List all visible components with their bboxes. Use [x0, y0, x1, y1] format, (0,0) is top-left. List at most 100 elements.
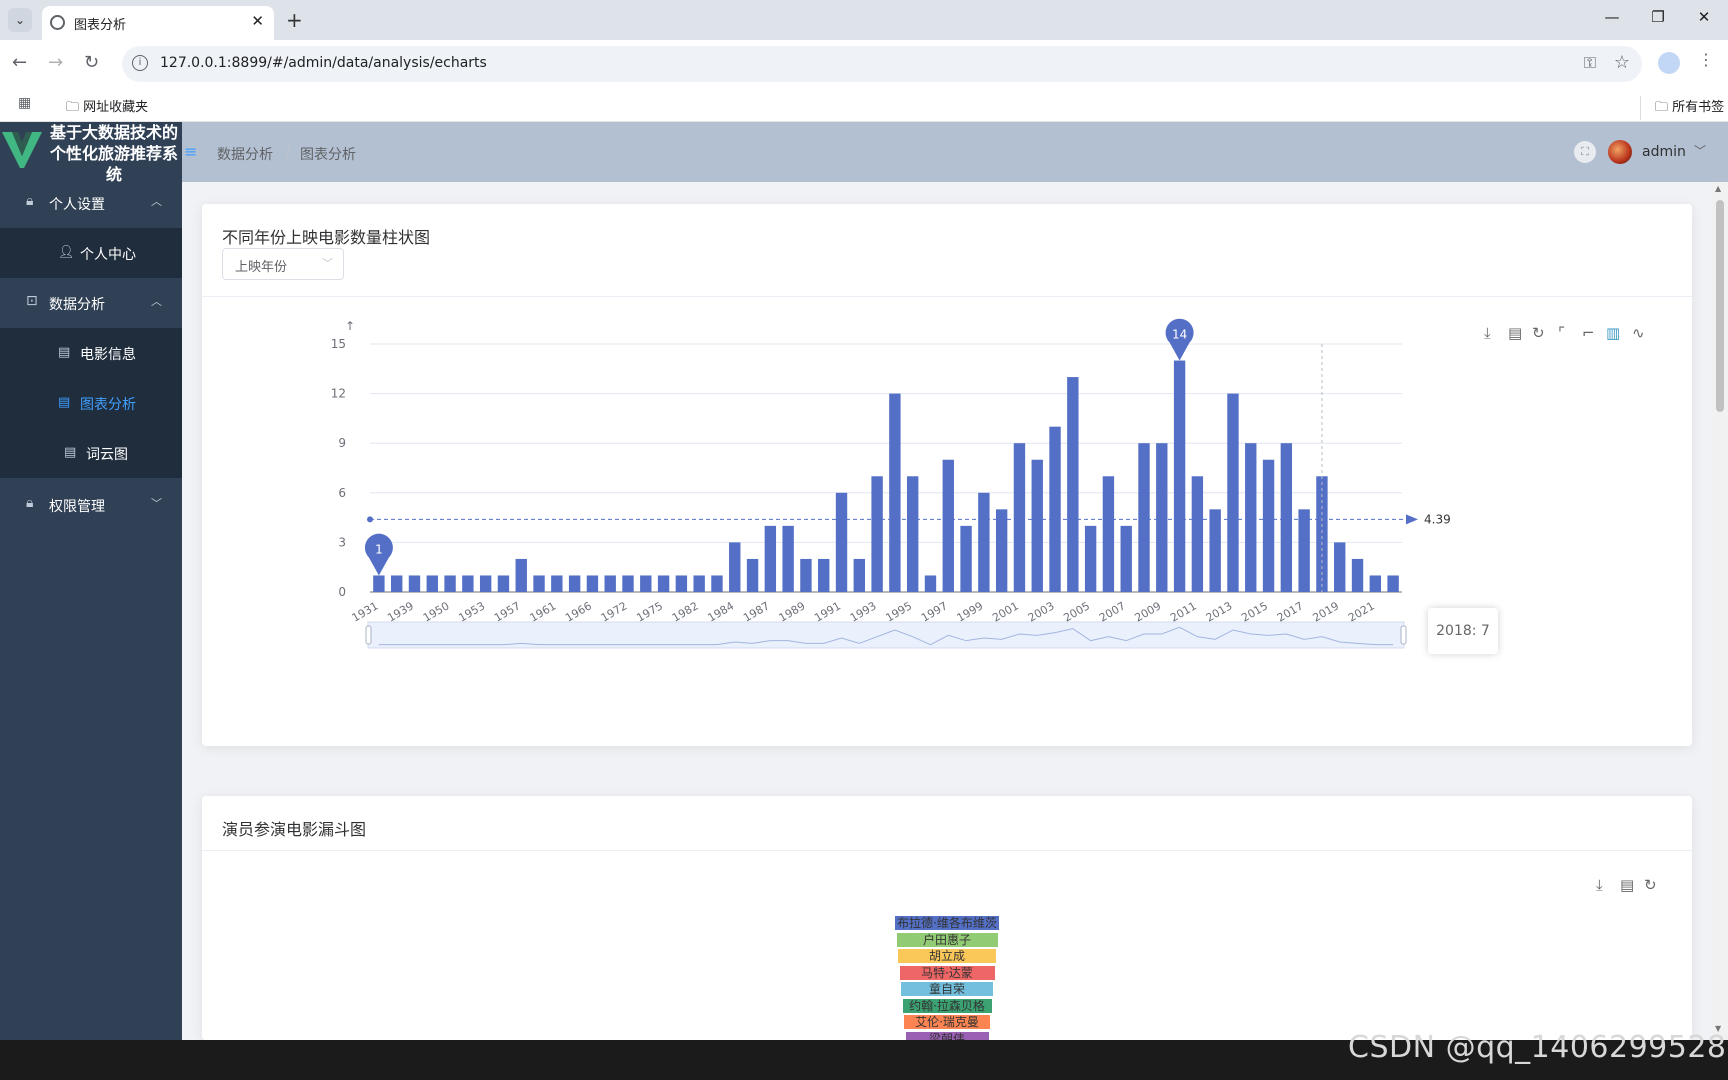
avatar[interactable]: [1608, 140, 1632, 164]
back-icon[interactable]: ←: [12, 52, 27, 73]
bookmark-folder[interactable]: 🗀 网址收藏夹: [66, 96, 148, 120]
bar[interactable]: [1387, 575, 1399, 592]
sidebar-group-permissions[interactable]: 🔒︎ 权限管理 ﹀: [0, 480, 182, 530]
bar[interactable]: [373, 575, 385, 592]
key-icon[interactable]: ⚿: [1584, 53, 1596, 73]
apps-grid-icon[interactable]: ▦: [18, 95, 31, 111]
datazoom-handle-left[interactable]: [365, 625, 372, 645]
url-input[interactable]: i 127.0.0.1:8899/#/admin/data/analysis/e…: [122, 46, 1642, 82]
restore-icon[interactable]: ❐: [1638, 8, 1678, 26]
bar[interactable]: [764, 525, 777, 592]
bar[interactable]: [444, 575, 456, 592]
sidebar-item-user-center[interactable]: 👤︎ 个人中心: [0, 228, 182, 278]
bar[interactable]: [1227, 393, 1239, 592]
bar[interactable]: [693, 575, 705, 592]
bar[interactable]: [1173, 360, 1186, 592]
bar[interactable]: [640, 575, 652, 592]
bar[interactable]: [462, 575, 474, 592]
sidebar-item-chart-analysis[interactable]: ▤ 图表分析: [0, 378, 182, 428]
bar[interactable]: [586, 575, 599, 592]
all-bookmarks[interactable]: 🗀 所有书签: [1640, 96, 1724, 120]
bar[interactable]: [1298, 509, 1310, 592]
bar[interactable]: [675, 575, 688, 592]
new-tab-button[interactable]: +: [286, 8, 303, 32]
bar[interactable]: [408, 575, 421, 592]
bar[interactable]: [657, 575, 670, 592]
bar[interactable]: [568, 575, 581, 592]
bar[interactable]: [390, 575, 403, 592]
bar[interactable]: [978, 492, 990, 592]
tab-list-button[interactable]: ⌄: [8, 8, 32, 32]
bar[interactable]: [746, 558, 759, 592]
bar[interactable]: [1138, 443, 1150, 592]
bar[interactable]: [551, 575, 563, 592]
sidebar-item-word-cloud[interactable]: ▤ 词云图: [0, 428, 182, 478]
bar[interactable]: [426, 575, 438, 592]
bar-chart[interactable]: 03691215↑1931 1939 1950 1953 1957 1961 1966 197…: [202, 204, 1692, 746]
more-menu-icon[interactable]: ⋮: [1698, 50, 1714, 69]
bar[interactable]: [1262, 459, 1275, 592]
bar[interactable]: [479, 575, 492, 592]
active-tab[interactable]: 图表分析 ✕: [42, 6, 274, 40]
bar[interactable]: [1031, 459, 1043, 592]
fullscreen-icon[interactable]: ⛶: [1574, 141, 1596, 163]
forward-icon[interactable]: →: [48, 52, 63, 73]
funnel-layer[interactable]: 胡立成: [898, 949, 996, 963]
bar[interactable]: [1013, 443, 1026, 592]
sidebar-item-movie-info[interactable]: ▤ 电影信息: [0, 328, 182, 378]
tab-close-icon[interactable]: ✕: [251, 12, 264, 30]
bar[interactable]: [889, 393, 901, 592]
username[interactable]: admin: [1642, 144, 1686, 160]
sidebar-group-data-analysis[interactable]: ⊡ 数据分析 ︿: [0, 278, 182, 328]
funnel-layer[interactable]: 童自荣: [901, 982, 993, 996]
funnel-layer[interactable]: 马特·达蒙: [899, 965, 995, 980]
bar[interactable]: [924, 575, 937, 592]
bar[interactable]: [1209, 509, 1221, 592]
info-icon[interactable]: i: [132, 55, 148, 71]
bar[interactable]: [906, 476, 919, 592]
bar[interactable]: [604, 575, 616, 592]
bar[interactable]: [729, 542, 741, 592]
bar[interactable]: [853, 558, 866, 592]
funnel-layer[interactable]: 户田惠子: [896, 932, 998, 947]
bar[interactable]: [960, 525, 972, 592]
bar[interactable]: [1067, 377, 1079, 592]
bar[interactable]: [1245, 443, 1257, 592]
restore-icon[interactable]: ↻: [1644, 876, 1657, 894]
bar[interactable]: [1369, 575, 1382, 592]
profile-icon[interactable]: [1658, 52, 1680, 74]
bar[interactable]: [800, 558, 812, 592]
datazoom-handle-right[interactable]: [1400, 625, 1407, 645]
bar[interactable]: [1280, 443, 1293, 592]
minimize-icon[interactable]: —: [1592, 8, 1632, 26]
window-close-icon[interactable]: ✕: [1684, 8, 1724, 26]
bar[interactable]: [871, 476, 883, 592]
bar[interactable]: [1334, 542, 1346, 592]
download-icon[interactable]: ⤓: [1596, 876, 1603, 894]
bar[interactable]: [1156, 443, 1168, 592]
bar[interactable]: [622, 575, 634, 592]
bar[interactable]: [1084, 525, 1097, 592]
bar[interactable]: [515, 558, 527, 592]
hamburger-icon[interactable]: ≡: [184, 142, 197, 161]
data-view-icon[interactable]: ▤: [1620, 876, 1634, 894]
bar[interactable]: [1191, 476, 1204, 592]
star-icon[interactable]: ☆: [1614, 52, 1630, 73]
funnel-layer[interactable]: 艾伦·瑞克曼: [904, 1015, 990, 1029]
bar[interactable]: [942, 459, 954, 592]
breadcrumb-item[interactable]: 数据分析: [217, 144, 273, 164]
bar[interactable]: [835, 492, 848, 592]
bar[interactable]: [782, 525, 794, 592]
scroll-thumb[interactable]: [1716, 200, 1724, 412]
sidebar-group-personal[interactable]: 🔒︎ 个人设置 ︿: [0, 178, 182, 228]
bar[interactable]: [995, 509, 1008, 592]
bar[interactable]: [818, 558, 830, 592]
bar[interactable]: [1049, 426, 1061, 592]
bar[interactable]: [497, 575, 510, 592]
funnel-layer[interactable]: 布拉德·维各布维茨: [895, 916, 999, 930]
scroll-up-icon[interactable]: ▲: [1715, 184, 1721, 193]
bar[interactable]: [1102, 476, 1115, 592]
bar[interactable]: [1120, 525, 1132, 592]
bar[interactable]: [711, 575, 723, 592]
chevron-down-icon[interactable]: ﹀: [1694, 142, 1706, 159]
